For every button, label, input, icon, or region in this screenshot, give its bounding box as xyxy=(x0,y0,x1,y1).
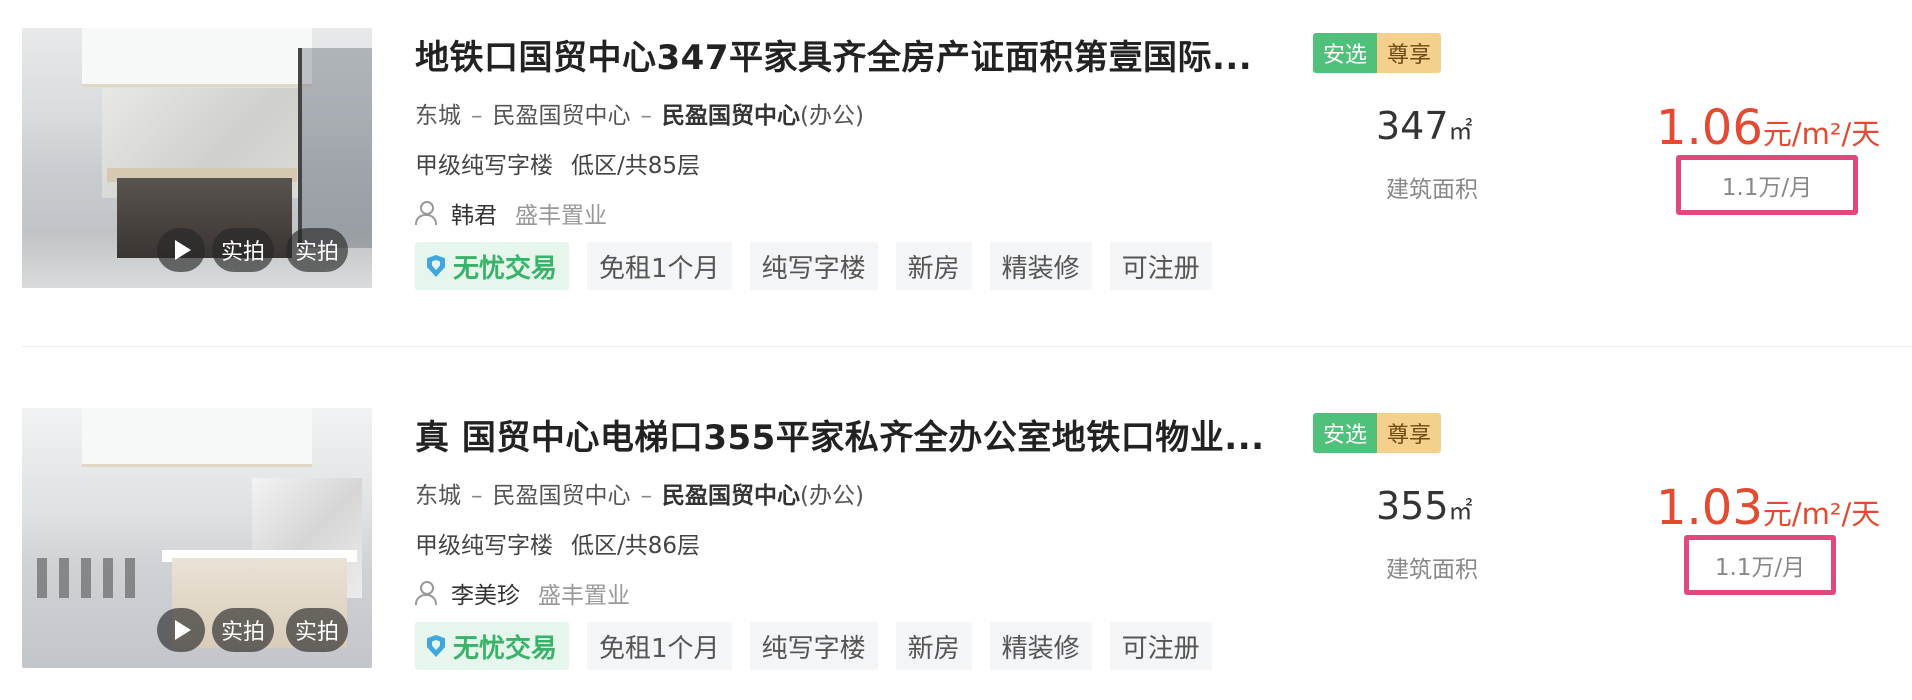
tag-new: 新房 xyxy=(895,242,972,290)
location-district[interactable]: 东城 xyxy=(415,483,461,509)
photo-tag-real[interactable]: 实拍 xyxy=(286,228,348,272)
tag-worry-free: 无忧交易 xyxy=(415,242,570,290)
feature-tags: 无忧交易 免租1个月 纯写字楼 新房 精装修 可注册 xyxy=(415,622,1230,670)
person-icon xyxy=(415,581,437,605)
area-label: 建筑面积 xyxy=(1386,557,1478,583)
listing-photo[interactable]: 实拍 实拍 xyxy=(22,408,372,668)
photo-tag-real[interactable]: 实拍 xyxy=(212,228,274,272)
area-value: 355㎡ xyxy=(1376,484,1473,528)
badge-group: 安选 尊享 xyxy=(1313,413,1442,453)
person-icon xyxy=(415,201,437,225)
location: 东城 – 民盈国贸中心 – 民盈国贸中心(办公) xyxy=(415,483,864,509)
unit-price: 1.03元/m²/天 xyxy=(1656,480,1881,536)
area-value: 347㎡ xyxy=(1376,104,1473,148)
unit-price: 1.06元/m²/天 xyxy=(1656,100,1881,156)
play-icon xyxy=(175,240,191,260)
shield-icon xyxy=(427,635,445,657)
tag-decorated: 精装修 xyxy=(989,622,1092,670)
listing-title[interactable]: 真 国贸中心电梯口355平家私齐全办公室地铁口物业... xyxy=(415,410,1265,459)
building-grade: 甲级纯写字楼 xyxy=(415,533,553,559)
building-specs: 甲级纯写字楼 低区/共86层 xyxy=(415,526,700,560)
agent-info[interactable]: 韩君 盛丰置业 xyxy=(415,196,607,230)
location-district[interactable]: 东城 xyxy=(415,103,461,129)
agent-info[interactable]: 李美珍 盛丰置业 xyxy=(415,576,630,610)
building-specs: 甲级纯写字楼 低区/共85层 xyxy=(415,146,700,180)
photo-tag-real[interactable]: 实拍 xyxy=(286,608,348,652)
area-label: 建筑面积 xyxy=(1386,177,1478,203)
agent-name[interactable]: 李美珍 xyxy=(451,576,520,610)
tag-office-only: 纯写字楼 xyxy=(749,622,878,670)
badge-anxuan: 安选 xyxy=(1313,33,1378,73)
tag-worry-free: 无忧交易 xyxy=(415,622,570,670)
tag-decorated: 精装修 xyxy=(989,242,1092,290)
location-usage: (办公) xyxy=(800,483,864,509)
agency-name: 盛丰置业 xyxy=(515,203,607,229)
floor-info: 低区/共86层 xyxy=(571,533,701,559)
tag-rent-free: 免租1个月 xyxy=(587,242,732,290)
play-button[interactable] xyxy=(157,228,205,272)
badge-zunxiang: 尊享 xyxy=(1377,33,1442,73)
badge-zunxiang: 尊享 xyxy=(1377,413,1442,453)
agency-name: 盛丰置业 xyxy=(538,583,630,609)
badge-group: 安选 尊享 xyxy=(1313,33,1442,73)
play-icon xyxy=(175,620,191,640)
shield-icon xyxy=(427,255,445,277)
building-grade: 甲级纯写字楼 xyxy=(415,153,553,179)
location-building[interactable]: 民盈国贸中心 xyxy=(662,483,800,509)
monthly-price: 1.1万/月 xyxy=(1684,535,1836,595)
tag-new: 新房 xyxy=(895,622,972,670)
tag-rent-free: 免租1个月 xyxy=(587,622,732,670)
monthly-price: 1.1万/月 xyxy=(1676,155,1858,215)
location-building[interactable]: 民盈国贸中心 xyxy=(662,103,800,129)
tag-office-only: 纯写字楼 xyxy=(749,242,878,290)
agent-name[interactable]: 韩君 xyxy=(451,196,497,230)
badge-anxuan: 安选 xyxy=(1313,413,1378,453)
photo-tag-real[interactable]: 实拍 xyxy=(212,608,274,652)
location: 东城 – 民盈国贸中心 – 民盈国贸中心(办公) xyxy=(415,103,864,129)
location-usage: (办公) xyxy=(800,103,864,129)
listing-card[interactable]: 实拍 实拍 地铁口国贸中心347平家具齐全房产证面积第壹国际... 安选 尊享 … xyxy=(0,0,1912,320)
feature-tags: 无忧交易 免租1个月 纯写字楼 新房 精装修 可注册 xyxy=(415,242,1230,290)
location-area[interactable]: 民盈国贸中心 xyxy=(493,103,631,129)
listing-photo[interactable]: 实拍 实拍 xyxy=(22,28,372,288)
floor-info: 低区/共85层 xyxy=(571,153,701,179)
tag-registerable: 可注册 xyxy=(1109,622,1212,670)
listing-card[interactable]: 实拍 实拍 真 国贸中心电梯口355平家私齐全办公室地铁口物业... 安选 尊享… xyxy=(0,380,1912,700)
listing-title[interactable]: 地铁口国贸中心347平家具齐全房产证面积第壹国际... xyxy=(415,30,1252,79)
divider xyxy=(22,346,1912,347)
tag-registerable: 可注册 xyxy=(1109,242,1212,290)
play-button[interactable] xyxy=(157,608,205,652)
location-area[interactable]: 民盈国贸中心 xyxy=(493,483,631,509)
